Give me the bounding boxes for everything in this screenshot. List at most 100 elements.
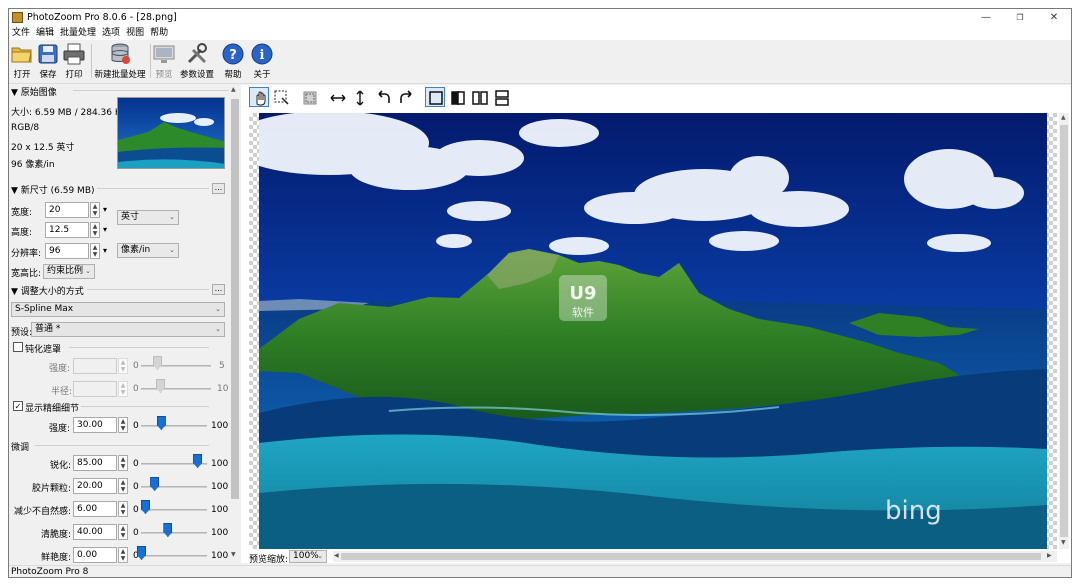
finetune-input[interactable] bbox=[73, 547, 117, 563]
scroll-up-icon[interactable]: ▲ bbox=[1061, 114, 1066, 121]
single-view-tool[interactable] bbox=[425, 87, 445, 107]
menu-view[interactable]: 视图 bbox=[123, 27, 147, 40]
finetune-stepper[interactable]: ▲ ▼ bbox=[118, 501, 128, 517]
left-panel-scrollbar[interactable]: ▲ ▼ bbox=[230, 85, 240, 563]
unsharp-radius-input bbox=[73, 381, 117, 397]
finetune-input[interactable] bbox=[73, 478, 117, 494]
detail-strength-slider-track bbox=[141, 425, 207, 427]
unit-select[interactable]: 英寸 ⌄ bbox=[117, 210, 179, 225]
finetune-slider-track bbox=[141, 532, 207, 534]
left-panel-scroll-thumb[interactable] bbox=[231, 99, 239, 499]
new-size-header[interactable]: ▼ 新尺寸 (6.59 MB) bbox=[11, 183, 95, 196]
finetune-slider-thumb[interactable] bbox=[193, 454, 203, 468]
detail-strength-max: 100 bbox=[211, 421, 229, 431]
preview-zoom-select[interactable]: 100% ⌄ bbox=[289, 550, 327, 563]
preview-vertical-scrollbar[interactable]: ▲ ▼ bbox=[1059, 113, 1069, 549]
menu-batch[interactable]: 批量处理 bbox=[57, 27, 99, 40]
unsharp-mask-label: 钝化遮罩 bbox=[25, 345, 62, 355]
minimize-button[interactable]: — bbox=[969, 9, 1003, 27]
width-menu-icon[interactable]: ▾ bbox=[103, 205, 107, 214]
finetune-label: 减少不自然感: bbox=[13, 507, 71, 517]
unsharp-mask-checkbox[interactable] bbox=[13, 342, 23, 352]
vertical-arrows-icon bbox=[356, 90, 364, 106]
width-input[interactable] bbox=[45, 202, 89, 218]
split-view-tool[interactable] bbox=[447, 87, 467, 107]
preview-vertical-scroll-thumb[interactable] bbox=[1060, 125, 1068, 537]
status-text: PhotoZoom Pro 8 bbox=[11, 567, 89, 577]
preview-zoom-label: 预览缩放: bbox=[249, 555, 289, 565]
detail-strength-input[interactable] bbox=[73, 417, 117, 433]
resolution-menu-icon[interactable]: ▾ bbox=[103, 246, 107, 255]
detail-strength-stepper[interactable]: ▲ ▼ bbox=[118, 417, 128, 433]
open-button[interactable]: 打开 bbox=[10, 42, 34, 82]
menu-options[interactable]: 选项 bbox=[99, 27, 123, 40]
maximize-button[interactable]: ❐ bbox=[1003, 9, 1037, 27]
about-button[interactable]: i 关于 bbox=[250, 42, 274, 82]
print-button[interactable]: 打印 bbox=[62, 42, 86, 82]
zoom-select-tool[interactable] bbox=[271, 87, 291, 107]
hand-tool[interactable] bbox=[249, 87, 269, 107]
preset-select[interactable]: 普通 * ⌄ bbox=[31, 322, 225, 337]
new-batch-button[interactable]: 新建批量处理 bbox=[93, 42, 147, 82]
preview-button[interactable]: 预览 bbox=[152, 42, 176, 82]
menu-edit[interactable]: 编辑 bbox=[33, 27, 57, 40]
finetune-stepper[interactable]: ▲ ▼ bbox=[118, 478, 128, 494]
menu-help[interactable]: 帮助 bbox=[147, 27, 171, 40]
rotate-right-tool[interactable] bbox=[395, 87, 415, 107]
aspect-ratio-select[interactable]: 约束比例 ⌄ bbox=[43, 264, 95, 279]
algorithm-select[interactable]: S-Spline Max ⌄ bbox=[11, 302, 225, 317]
scroll-left-icon[interactable]: ◀ bbox=[334, 552, 339, 559]
finetune-slider-thumb[interactable] bbox=[140, 500, 150, 514]
rotate-left-icon bbox=[378, 90, 390, 103]
original-image-header[interactable]: ▼ 原始图像 bbox=[11, 85, 57, 98]
fit-height-tool[interactable] bbox=[349, 87, 369, 107]
close-button[interactable]: ✕ bbox=[1037, 9, 1071, 27]
scroll-right-icon[interactable]: ▶ bbox=[1047, 552, 1052, 559]
method-more-button[interactable]: ... bbox=[212, 284, 225, 295]
height-menu-icon[interactable]: ▾ bbox=[103, 225, 107, 234]
finetune-stepper[interactable]: ▲ ▼ bbox=[118, 547, 128, 563]
preview-canvas[interactable]: U9 软件 bing bbox=[249, 113, 1057, 549]
divider bbox=[97, 188, 209, 189]
scroll-down-icon[interactable]: ▼ bbox=[1061, 539, 1066, 546]
unsharp-strength-slider-track bbox=[141, 365, 211, 367]
crop-tool[interactable] bbox=[299, 87, 319, 107]
unsharp-radius-slider-thumb bbox=[156, 379, 165, 393]
fit-width-tool[interactable] bbox=[327, 87, 347, 107]
resize-method-header[interactable]: ▼ 调整大小的方式 bbox=[11, 284, 84, 297]
resolution-unit-select[interactable]: 像素/in ⌄ bbox=[117, 243, 179, 258]
save-button[interactable]: 保存 bbox=[36, 42, 60, 82]
side-by-side-tool[interactable] bbox=[469, 87, 489, 107]
preview-horizontal-scroll-thumb[interactable] bbox=[341, 553, 1041, 560]
finetune-input[interactable] bbox=[73, 455, 117, 471]
scroll-up-icon[interactable]: ▲ bbox=[231, 86, 236, 93]
width-stepper[interactable]: ▲ ▼ bbox=[90, 202, 100, 218]
height-input[interactable] bbox=[45, 222, 89, 238]
detail-strength-slider-thumb[interactable] bbox=[156, 416, 166, 430]
stacked-view-tool[interactable] bbox=[491, 87, 511, 107]
show-detail-checkbox[interactable]: ✓ bbox=[13, 401, 23, 411]
rotate-left-tool[interactable] bbox=[373, 87, 393, 107]
preview-horizontal-scrollbar[interactable]: ◀ ▶ bbox=[333, 551, 1057, 562]
settings-button[interactable]: 参数设置 bbox=[179, 42, 215, 82]
resolution-stepper[interactable]: ▲ ▼ bbox=[90, 243, 100, 259]
finetune-slider-thumb[interactable] bbox=[150, 477, 160, 491]
resolution-input[interactable] bbox=[45, 243, 89, 259]
horizontal-arrows-icon bbox=[330, 94, 346, 102]
help-button[interactable]: ? 帮助 bbox=[221, 42, 245, 82]
finetune-slider-thumb[interactable] bbox=[163, 523, 173, 537]
finetune-input[interactable] bbox=[73, 501, 117, 517]
unsharp-radius-stepper: ▲ ▼ bbox=[118, 381, 128, 397]
new-size-more-button[interactable]: ... bbox=[212, 183, 225, 194]
height-stepper[interactable]: ▲ ▼ bbox=[90, 222, 100, 238]
divider bbox=[87, 289, 209, 290]
menu-file[interactable]: 文件 bbox=[9, 27, 33, 40]
scroll-down-icon[interactable]: ▼ bbox=[231, 551, 236, 558]
finetune-stepper[interactable]: ▲ ▼ bbox=[118, 524, 128, 540]
about-label: 关于 bbox=[253, 70, 271, 80]
tools-icon bbox=[185, 42, 209, 66]
database-stack-icon bbox=[108, 42, 132, 66]
finetune-stepper[interactable]: ▲ ▼ bbox=[118, 455, 128, 471]
finetune-input[interactable] bbox=[73, 524, 117, 540]
finetune-max: 100 bbox=[211, 551, 229, 561]
